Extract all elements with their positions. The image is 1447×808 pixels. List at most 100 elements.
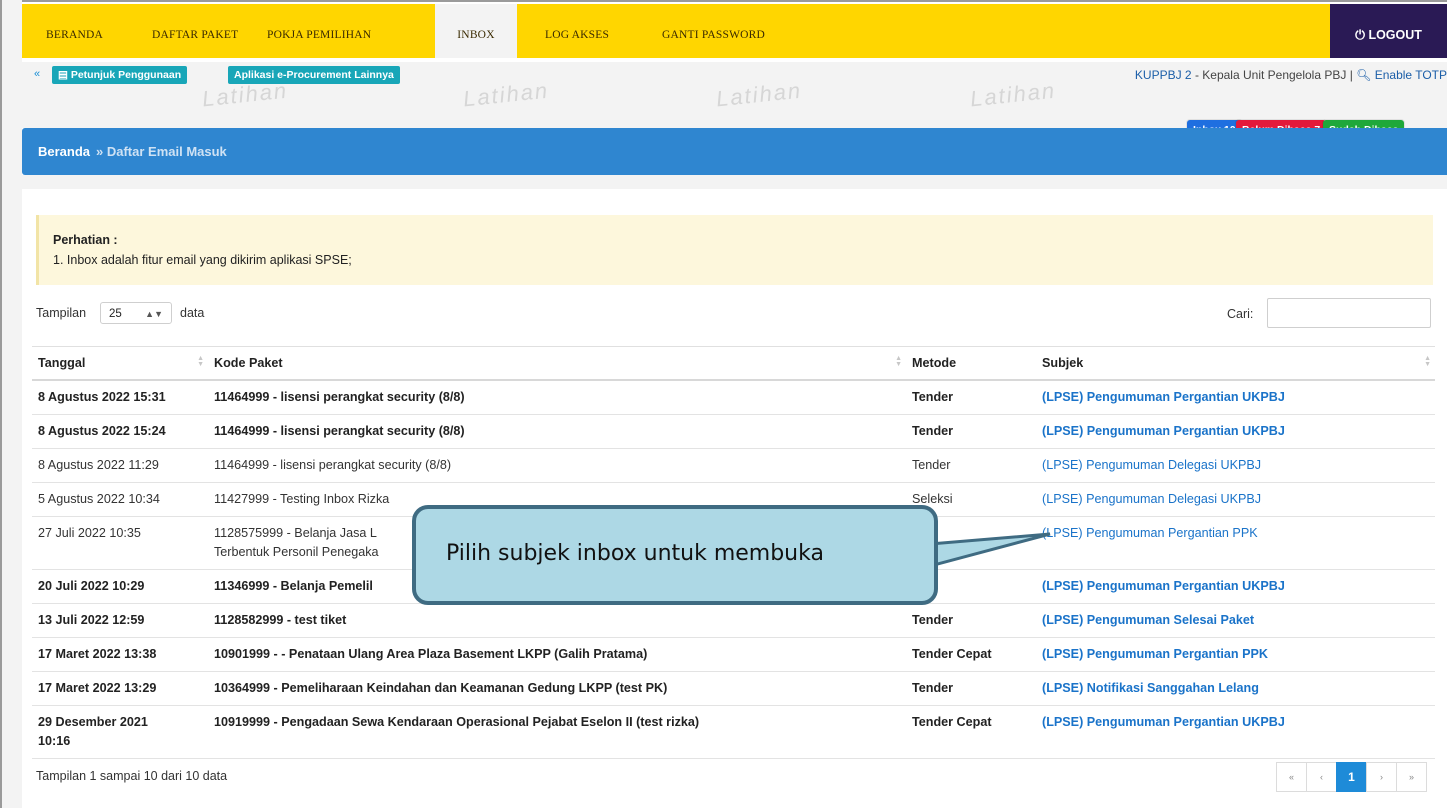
header-metode[interactable]: Metode [906, 346, 1036, 381]
cell-tanggal: 8 Agustus 2022 11:29 [32, 448, 208, 483]
cell-subjek: (LPSE) Pengumuman Delegasi UKPBJ [1036, 448, 1435, 483]
cell-metode: Tender Cepat [906, 637, 1036, 672]
cell-metode: Tender [906, 671, 1036, 706]
page-1-button[interactable]: 1 [1336, 762, 1367, 792]
cell-tanggal: 17 Maret 2022 13:38 [32, 637, 208, 672]
page-size-value: 25 [109, 308, 122, 320]
subject-link[interactable]: (LPSE) Pengumuman Pergantian UKPBJ [1042, 579, 1285, 593]
breadcrumb-home[interactable]: Beranda [38, 144, 90, 159]
page-size-label: Tampilan [36, 306, 87, 320]
nav-ganti-password[interactable]: GANTI PASSWORD [662, 4, 765, 58]
cell-kode-paket: 1128582999 - test tiket [208, 603, 906, 638]
book-icon: ▤ [58, 69, 71, 81]
collapse-chevron-icon[interactable]: « [34, 68, 40, 80]
subject-link[interactable]: (LPSE) Pengumuman Delegasi UKPBJ [1042, 458, 1261, 472]
key-icon: 🔍︎ [1356, 68, 1372, 82]
breadcrumb-current: » Daftar Email Masuk [96, 144, 227, 159]
nav-beranda[interactable]: BERANDA [46, 4, 103, 58]
table-row[interactable]: 8 Agustus 2022 11:29 11464999 - lisensi p… [32, 448, 1435, 483]
user-name: KUPPBJ 2 [1134, 68, 1192, 82]
table-row[interactable]: 13 Juli 2022 12:59 1128582999 - test tike… [32, 603, 1435, 638]
notice-text: 1. Inbox adalah fitur email yang dikirim… [53, 253, 352, 267]
callout-tooltip: Pilih subjek inbox untuk membuka [412, 505, 938, 605]
power-icon: ⏻ [1355, 28, 1365, 42]
cell-tanggal: 17 Maret 2022 13:29 [32, 671, 208, 706]
subject-link[interactable]: (LPSE) Pengumuman Delegasi UKPBJ [1042, 492, 1261, 506]
cell-tanggal: 8 Agustus 2022 15:31 [32, 380, 208, 415]
page-next-button[interactable]: › [1366, 762, 1397, 792]
nav-inbox[interactable]: INBOX [435, 4, 517, 58]
header-kode-paket[interactable]: Kode Paket ▲ ▼ [208, 346, 906, 381]
logout-label: LOGOUT [1368, 28, 1422, 42]
nav-log-akses[interactable]: LOG AKSES [545, 4, 609, 58]
header-tanggal[interactable]: Tanggal ▲ ▼ [32, 346, 208, 381]
cell-kode-paket: 11464999 - lisensi perangkat security (8… [208, 448, 906, 483]
cell-metode: Tender [906, 603, 1036, 638]
search-label: Cari: [1227, 307, 1254, 321]
user-role: - Kepala Unit Pengelola PBJ | [1191, 68, 1357, 82]
notice-box: Perhatian : 1. Inbox adalah fitur email … [36, 215, 1433, 285]
table-row[interactable]: 17 Maret 2022 13:38 10901999 - - Penataan… [32, 637, 1435, 672]
left-strip [2, 0, 22, 808]
cell-metode: Tender [906, 414, 1036, 449]
header-subjek[interactable]: Subjek ▲ ▼ [1036, 346, 1435, 381]
cell-tanggal: 29 Desember 2021 10:16 [32, 705, 208, 759]
cell-tanggal: 27 Juli 2022 10:35 [32, 516, 208, 570]
select-arrows-icon: ▲▼ [145, 309, 163, 319]
cell-tanggal: 13 Juli 2022 12:59 [32, 603, 208, 638]
cell-subjek: (LPSE) Pengumuman Pergantian PPK [1036, 637, 1435, 672]
sort-icon: ▲ ▼ [1424, 355, 1431, 368]
subject-link[interactable]: (LPSE) Pengumuman Pergantian UKPBJ [1042, 424, 1285, 438]
petunjuk-label: Petunjuk Penggunaan [70, 69, 182, 81]
search-input[interactable] [1267, 298, 1431, 328]
cell-subjek: (LPSE) Pengumuman Pergantian UKPBJ [1036, 380, 1435, 415]
table-row[interactable]: 8 Agustus 2022 15:31 11464999 - lisensi p… [32, 380, 1435, 415]
subject-link[interactable]: (LPSE) Pengumuman Pergantian PPK [1042, 647, 1268, 661]
cell-subjek: (LPSE) Pengumuman Delegasi UKPBJ [1036, 482, 1435, 517]
notice-title: Perhatian : [53, 233, 118, 247]
page-first-button[interactable]: « [1276, 762, 1307, 792]
page-prev-button[interactable]: ‹ [1306, 762, 1337, 792]
subject-link[interactable]: (LPSE) Pengumuman Pergantian UKPBJ [1042, 390, 1285, 404]
table-row[interactable]: 17 Maret 2022 13:29 10364999 - Pemelihara… [32, 671, 1435, 706]
subject-link[interactable]: (LPSE) Pengumuman Pergantian PPK [1042, 526, 1258, 540]
cell-kode-paket: 11464999 - lisensi perangkat security (8… [208, 414, 906, 449]
subject-link[interactable]: (LPSE) Pengumuman Selesai Paket [1042, 613, 1254, 627]
cell-kode-paket: 10919999 - Pengadaan Sewa Kendaraan Oper… [208, 705, 906, 759]
subject-link[interactable]: (LPSE) Notifikasi Sanggahan Lelang [1042, 681, 1259, 695]
cell-subjek: (LPSE) Notifikasi Sanggahan Lelang [1036, 671, 1435, 706]
enable-totp-link[interactable]: Enable TOTP [1375, 68, 1447, 82]
table-header-row: Tanggal ▲ ▼ Kode Paket ▲ ▼ Metode Subjek ▲ ▼ [32, 346, 1435, 381]
band-below-breadcrumb [22, 175, 1447, 189]
sort-icon: ▲ ▼ [197, 355, 204, 368]
cell-subjek: (LPSE) Pengumuman Pergantian UKPBJ [1036, 569, 1435, 604]
page-last-button[interactable]: » [1396, 762, 1427, 792]
nav-daftar-paket[interactable]: DAFTAR PAKET [152, 4, 238, 58]
nav-pokja-pemilihan[interactable]: POKJA PEMILIHAN [267, 4, 371, 58]
pagination: « ‹ 1 › » [1276, 762, 1427, 792]
callout-pointer [930, 532, 1051, 566]
cell-kode-paket: 10901999 - - Penataan Ulang Area Plaza B… [208, 637, 906, 672]
sort-icon: ▲ ▼ [895, 355, 902, 368]
top-nav: BERANDA DAFTAR PAKET POKJA PEMILIHAN INB… [22, 4, 1447, 58]
cell-kode-paket: 11464999 - lisensi perangkat security (8… [208, 380, 906, 415]
user-info: KUPPBJ 2 - Kepala Unit Pengelola PBJ | 🔍… [1135, 68, 1447, 82]
table-row[interactable]: 8 Agustus 2022 15:24 11464999 - lisensi p… [32, 414, 1435, 449]
callout-text: Pilih subjek inbox untuk membuka [446, 541, 824, 566]
cell-subjek: (LPSE) Pengumuman Pergantian UKPBJ [1036, 705, 1435, 759]
cell-metode: Tender [906, 448, 1036, 483]
cell-subjek: (LPSE) Pengumuman Selesai Paket [1036, 603, 1435, 638]
cell-tanggal: 8 Agustus 2022 15:24 [32, 414, 208, 449]
subject-link[interactable]: (LPSE) Pengumuman Pergantian UKPBJ [1042, 715, 1285, 729]
cell-kode-paket: 10364999 - Pemeliharaan Keindahan dan Ke… [208, 671, 906, 706]
logout-button[interactable]: ⏻ LOGOUT [1330, 4, 1447, 58]
cell-subjek: (LPSE) Pengumuman Pergantian UKPBJ [1036, 414, 1435, 449]
table-row[interactable]: 29 Desember 2021 10:16 10919999 - Pengadaa… [32, 705, 1435, 759]
breadcrumb: Beranda » Daftar Email Masuk [22, 128, 1447, 175]
cell-metode: Tender Cepat [906, 705, 1036, 759]
cell-tanggal: 5 Agustus 2022 10:34 [32, 482, 208, 517]
page-size-select[interactable]: 25 ▲▼ [100, 302, 172, 324]
cell-subjek: (LPSE) Pengumuman Pergantian PPK [1036, 516, 1435, 570]
page-size-suffix: data [180, 306, 205, 320]
petunjuk-penggunaan-button[interactable]: ▤ Petunjuk Penggunaan [52, 66, 188, 84]
